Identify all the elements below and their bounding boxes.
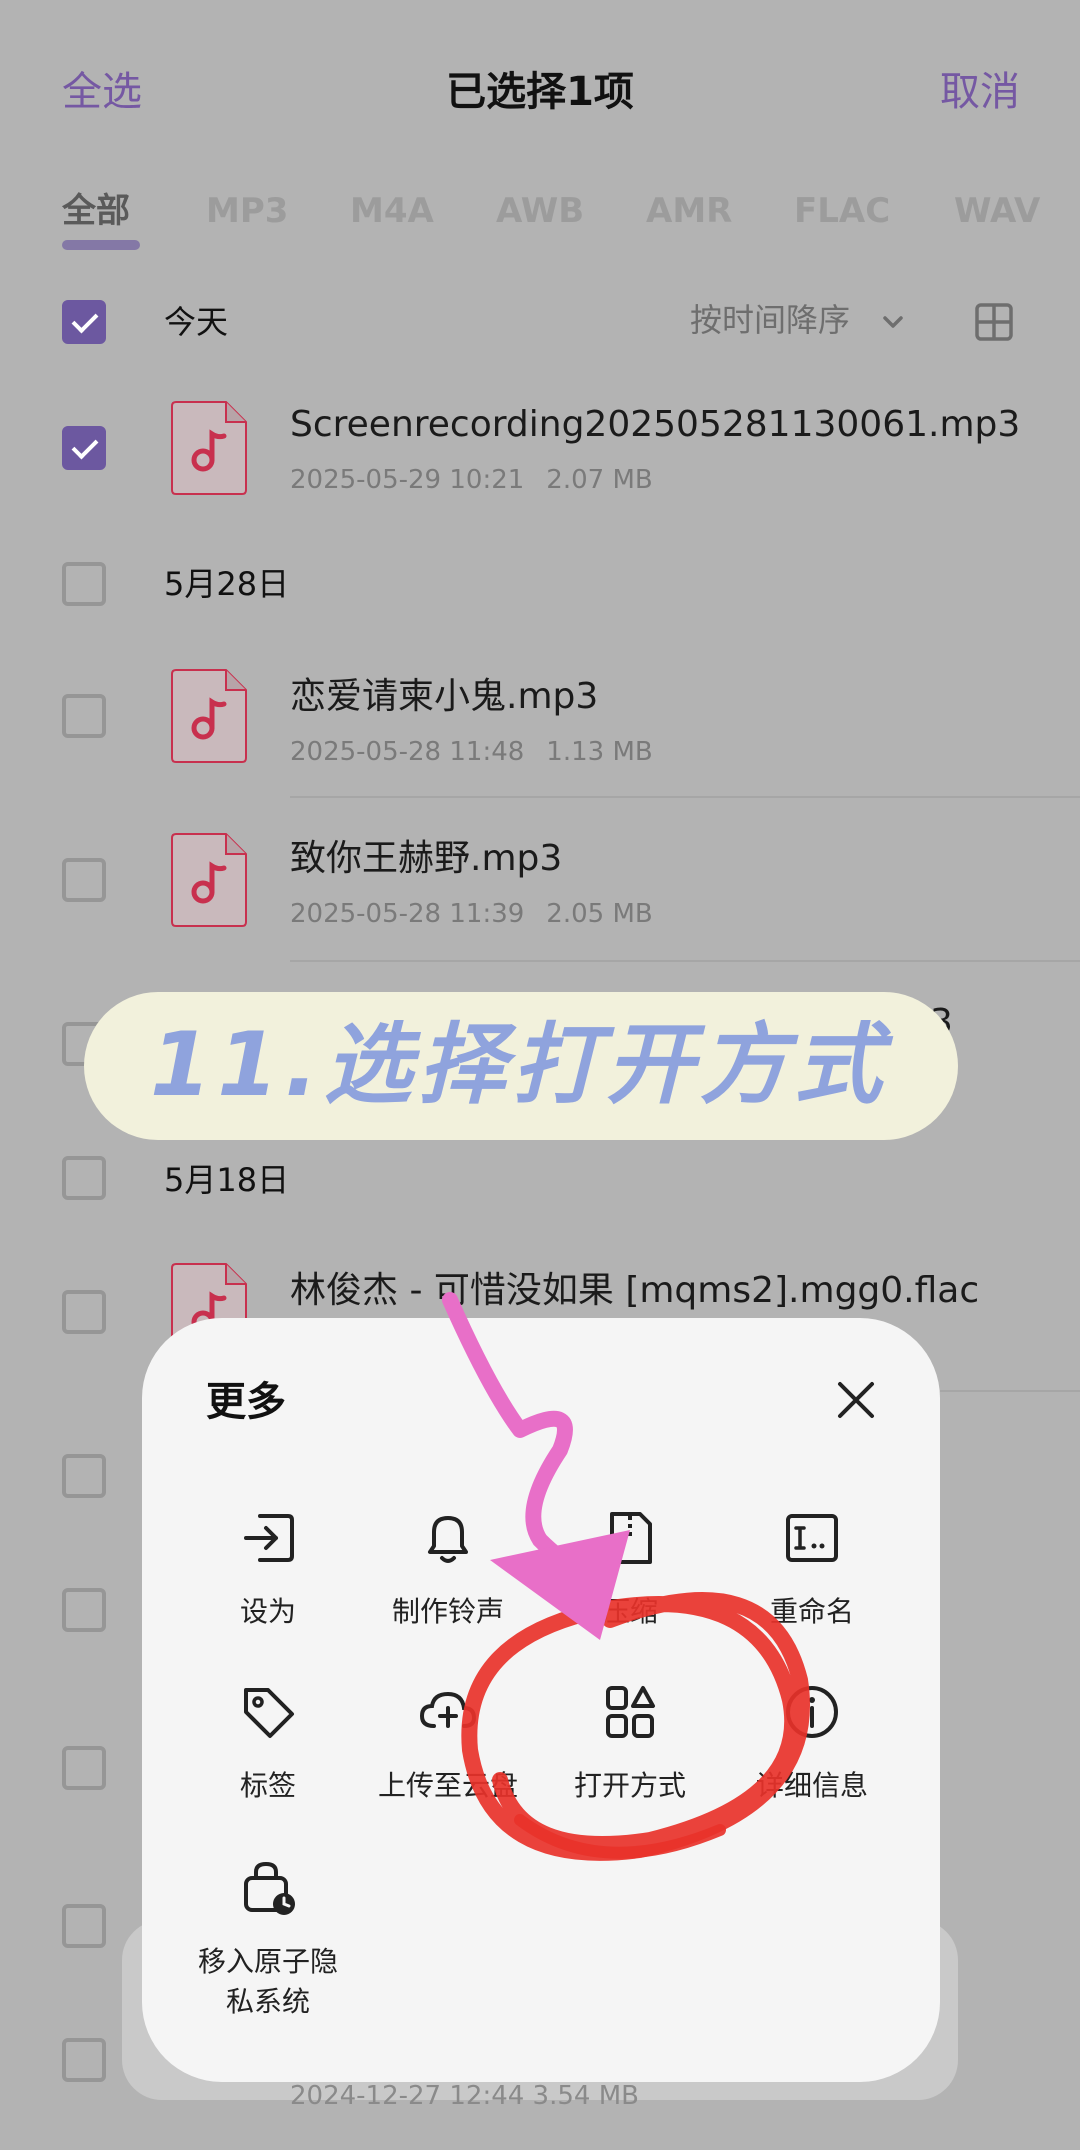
rename-icon xyxy=(786,1514,838,1562)
cloud-upload-icon xyxy=(419,1691,477,1728)
file-manager-screen: 全选 已选择1项 取消 全部 MP3 M4A AWB AMR FLAC WAV … xyxy=(0,0,1080,2150)
file-checkbox[interactable] xyxy=(62,1588,106,1632)
sort-label: 按时间降序 xyxy=(690,301,851,339)
sort-dropdown[interactable]: 按时间降序 xyxy=(690,298,908,342)
action-upload-cloud[interactable]: 上传至云盘 xyxy=(358,1680,538,1806)
action-label: 详细信息 xyxy=(755,1769,868,1802)
tab-m4a[interactable]: M4A xyxy=(350,186,434,236)
action-label: 移入原子隐 私系统 xyxy=(178,1942,358,2022)
action-label: 重命名 xyxy=(769,1595,854,1628)
apps-grid-icon xyxy=(606,1686,655,1738)
file-size: 1.13 MB xyxy=(546,737,653,767)
action-label: 上传至云盘 xyxy=(377,1769,518,1802)
file-meta: 2025-05-28 11:39 2.05 MB xyxy=(290,896,675,932)
file-checkbox[interactable] xyxy=(62,426,106,470)
group-label-may28: 5月28日 xyxy=(164,565,290,603)
action-details[interactable]: 详细信息 xyxy=(722,1680,902,1806)
row-divider xyxy=(290,796,1080,798)
action-set-as[interactable]: 设为 xyxy=(178,1506,358,1632)
grid-view-icon[interactable] xyxy=(974,302,1014,342)
group-checkbox-today[interactable] xyxy=(62,300,106,344)
file-checkbox[interactable] xyxy=(62,1454,106,1498)
lock-clock-icon xyxy=(244,1861,295,1915)
file-name[interactable]: 林俊杰 - 可惜没如果 [mqms2].mgg0.flac xyxy=(290,1266,979,1316)
action-label-line1: 移入原子隐 xyxy=(197,1945,338,1978)
file-checkbox[interactable] xyxy=(62,1904,106,1948)
action-move-to-private[interactable]: 移入原子隐 私系统 xyxy=(178,1856,358,2022)
music-file-icon xyxy=(171,833,247,927)
tab-flac[interactable]: FLAC xyxy=(794,186,890,236)
music-file-icon xyxy=(171,669,247,763)
file-date: 2025-05-29 10:21 xyxy=(290,465,525,495)
action-label: 标签 xyxy=(239,1769,296,1802)
row-divider xyxy=(940,1390,1080,1392)
group-label-today: 今天 xyxy=(164,303,229,341)
tutorial-sticker-text: 11.选择打开方式 xyxy=(150,1013,888,1116)
action-rename[interactable]: 重命名 xyxy=(722,1506,902,1632)
file-size: 2.07 MB xyxy=(546,465,653,495)
file-meta-partial: 2024-12-27 12:44 3.54 MB xyxy=(290,2081,639,2111)
tag-icon xyxy=(244,1688,294,1738)
login-arrow-icon xyxy=(244,1514,294,1562)
file-name[interactable]: 致你王赫野.mp3 xyxy=(290,834,562,884)
file-checkbox[interactable] xyxy=(62,2038,106,2082)
tab-active-indicator xyxy=(62,240,140,250)
page-title: 已选择1项 xyxy=(446,69,634,115)
file-checkbox[interactable] xyxy=(62,1290,106,1334)
action-compress[interactable]: 压缩 xyxy=(540,1506,720,1632)
action-label: 制作铃声 xyxy=(391,1595,504,1628)
tab-awb[interactable]: AWB xyxy=(496,186,584,236)
group-checkbox-may18[interactable] xyxy=(62,1156,106,1200)
file-size: 2.05 MB xyxy=(546,899,653,929)
action-tag[interactable]: 标签 xyxy=(178,1680,358,1806)
music-file-icon xyxy=(171,401,247,495)
tab-wav[interactable]: WAV xyxy=(954,186,1040,236)
file-meta: 2025-05-28 11:48 1.13 MB xyxy=(290,734,675,770)
info-icon xyxy=(786,1686,838,1738)
action-label: 打开方式 xyxy=(573,1769,686,1802)
file-meta: 2025-05-29 10:21 2.07 MB xyxy=(290,462,675,498)
zip-file-icon xyxy=(610,1512,652,1564)
bell-icon xyxy=(428,1516,468,1563)
action-open-with[interactable]: 打开方式 xyxy=(540,1680,720,1806)
file-name[interactable]: 恋爱请柬小鬼.mp3 xyxy=(290,672,598,722)
action-label-line2: 私系统 xyxy=(225,1985,310,2018)
chevron-down-icon xyxy=(883,316,903,328)
file-date: 2025-05-28 11:48 xyxy=(290,737,525,767)
file-checkbox[interactable] xyxy=(62,694,106,738)
tab-mp3[interactable]: MP3 xyxy=(206,186,288,236)
action-label: 压缩 xyxy=(601,1595,658,1628)
file-name[interactable]: Screenrecording202505281130061.mp3 xyxy=(290,400,1020,450)
action-make-ringtone[interactable]: 制作铃声 xyxy=(358,1506,538,1632)
group-label-may18: 5月18日 xyxy=(164,1161,290,1199)
tab-amr[interactable]: AMR xyxy=(646,186,732,236)
sheet-title: 更多 xyxy=(206,1379,286,1425)
group-checkbox-may28[interactable] xyxy=(62,562,106,606)
file-date: 2025-05-28 11:39 xyxy=(290,899,525,929)
close-icon[interactable] xyxy=(828,1372,884,1428)
file-checkbox[interactable] xyxy=(62,1746,106,1790)
row-divider xyxy=(290,960,1080,962)
tab-all[interactable]: 全部 xyxy=(62,186,130,236)
file-checkbox[interactable] xyxy=(62,858,106,902)
action-label: 设为 xyxy=(239,1595,296,1628)
cancel-button[interactable]: 取消 xyxy=(940,62,1020,122)
